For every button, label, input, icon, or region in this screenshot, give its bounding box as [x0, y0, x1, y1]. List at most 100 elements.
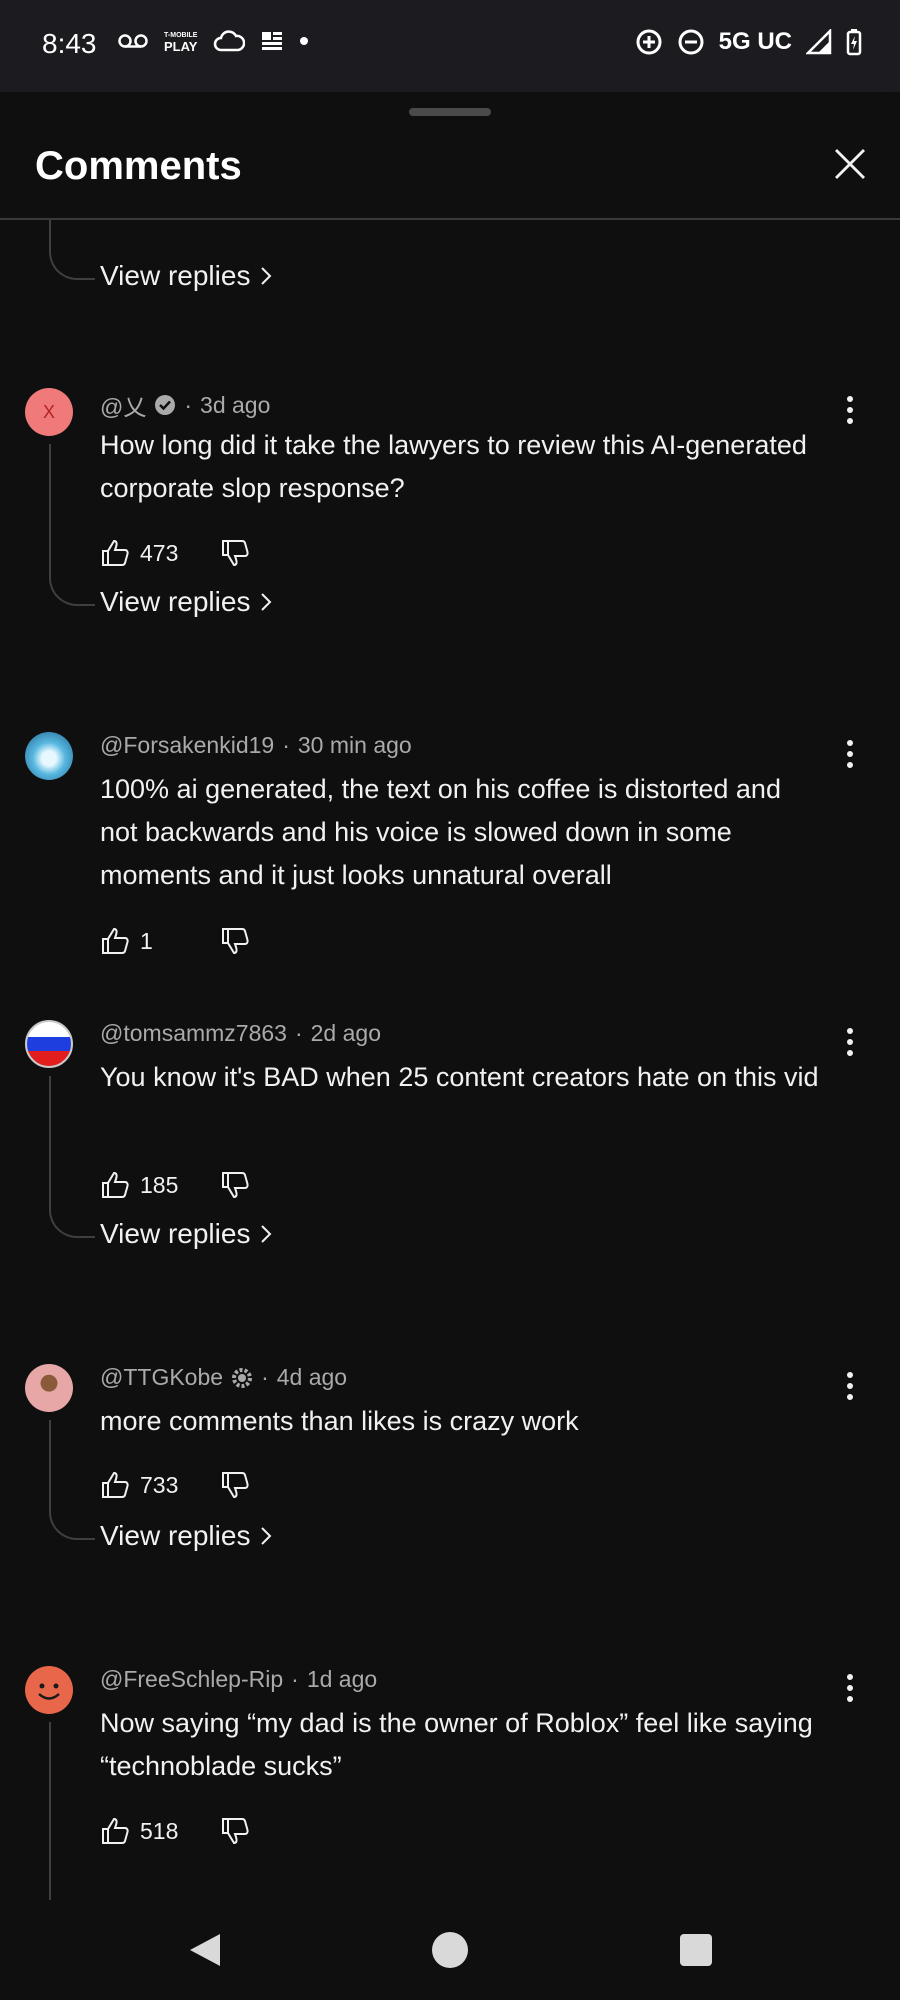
more-options-icon[interactable] [838, 1670, 862, 1706]
settings-badge-icon [232, 1367, 253, 1388]
thread-connector [49, 1510, 95, 1540]
thumbs-down-icon[interactable] [220, 1816, 250, 1846]
comment-author[interactable]: @乂 [100, 388, 146, 422]
cloud-icon [214, 30, 246, 52]
more-options-icon[interactable] [838, 392, 862, 428]
do-not-disturb-icon [678, 29, 704, 55]
chevron-right-icon [261, 1527, 272, 1545]
like-count: 518 [140, 1817, 179, 1844]
status-notification-icons: T-MOBILE PLAY [118, 30, 309, 54]
comment-time: 1d ago [306, 1666, 378, 1692]
thread-line [49, 1076, 51, 1208]
meta-separator: · [294, 1020, 303, 1046]
comment-actions: 733 [100, 1470, 250, 1500]
verified-icon [155, 395, 176, 415]
close-icon[interactable] [832, 146, 868, 182]
comments-sheet: Comments View replies X @乂 · 3d ago How … [0, 92, 900, 2000]
like-button[interactable]: 473 [100, 538, 220, 568]
status-system-icons: 5G UC [635, 28, 862, 56]
view-replies-label: View replies [100, 586, 251, 617]
news-icon [262, 32, 283, 50]
comment-actions: 518 [100, 1816, 250, 1846]
comment-time: 2d ago [310, 1020, 381, 1046]
smiley-face-icon [38, 1683, 60, 1700]
comment-text: 100% ai generated, the text on his coffe… [100, 774, 781, 890]
comment-actions: 1 [100, 926, 250, 956]
thumbs-up-icon [102, 539, 129, 566]
back-icon[interactable] [188, 1932, 222, 1968]
comment-meta: @FreeSchlep-Rip · 1d ago [100, 1666, 377, 1693]
comment-list[interactable]: View replies X @乂 · 3d ago How long did … [0, 220, 900, 1920]
view-replies-button[interactable]: View replies [100, 1218, 272, 1250]
tmobile-play-icon: T-MOBILE PLAY [164, 32, 198, 54]
comment-time: 4d ago [276, 1364, 348, 1390]
comment-time: 3d ago [200, 391, 271, 418]
avatar[interactable] [25, 1666, 73, 1714]
view-replies-label: View replies [100, 1218, 251, 1249]
thumbs-up-icon [102, 927, 129, 954]
comment-author[interactable]: @FreeSchlep-Rip [100, 1666, 283, 1693]
status-time: 8:43 [42, 28, 97, 59]
like-button[interactable]: 733 [100, 1470, 220, 1500]
drag-handle[interactable] [409, 108, 491, 116]
thumbs-up-icon [102, 1171, 129, 1198]
thread-line [49, 444, 51, 576]
avatar[interactable] [25, 1364, 73, 1412]
navigation-bar [0, 1900, 900, 2000]
thumbs-down-icon[interactable] [220, 1470, 250, 1500]
like-button[interactable]: 185 [100, 1170, 220, 1200]
home-icon[interactable] [432, 1932, 468, 1968]
like-count: 733 [140, 1471, 179, 1498]
chevron-right-icon [261, 1225, 272, 1243]
like-button[interactable]: 518 [100, 1816, 220, 1846]
view-replies-label: View replies [100, 1520, 251, 1551]
thumbs-up-icon [102, 1471, 129, 1498]
comment-author[interactable]: @tomsammz7863 [100, 1020, 287, 1047]
avatar[interactable]: X [25, 388, 73, 436]
thread-line [49, 1722, 51, 1920]
avatar[interactable] [25, 1020, 73, 1068]
like-count: 1 [140, 927, 153, 954]
view-replies-button[interactable]: View replies [100, 1520, 272, 1552]
thumbs-down-icon[interactable] [220, 1170, 250, 1200]
network-type: 5G UC [718, 28, 792, 55]
meta-separator: · [282, 732, 290, 758]
chevron-right-icon [261, 267, 272, 285]
dot-icon [300, 37, 309, 45]
comment-text: You know it's BAD when 25 content creato… [100, 1062, 819, 1092]
comment-time: 30 min ago [297, 732, 412, 758]
data-saver-icon [636, 29, 662, 55]
comment-meta: @tomsammz7863 · 2d ago [100, 1020, 381, 1047]
thread-connector [49, 250, 95, 280]
comment-author[interactable]: @TTGKobe [100, 1364, 223, 1391]
meta-separator: · [291, 1666, 299, 1692]
comment-text: How long did it take the lawyers to revi… [100, 430, 807, 503]
view-replies-button[interactable]: View replies [100, 586, 272, 618]
comment-author[interactable]: @Forsakenkid19 [100, 732, 274, 759]
more-options-icon[interactable] [838, 736, 862, 772]
comment-meta: @TTGKobe · 4d ago [100, 1364, 347, 1391]
comment-text: more comments than likes is crazy work [100, 1406, 579, 1436]
like-count: 185 [140, 1171, 179, 1198]
voicemail-icon [118, 34, 148, 48]
recent-apps-icon[interactable] [680, 1934, 712, 1966]
more-options-icon[interactable] [838, 1368, 862, 1404]
thread-connector [49, 1208, 95, 1238]
avatar[interactable] [25, 732, 73, 780]
like-button[interactable]: 1 [100, 926, 220, 956]
thread-line [49, 220, 51, 250]
comment-meta: @乂 · 3d ago [100, 388, 270, 422]
avatar-letter: X [42, 401, 55, 422]
thumbs-up-icon [102, 1817, 129, 1844]
meta-separator: · [261, 1364, 269, 1390]
more-options-icon[interactable] [838, 1024, 862, 1060]
view-replies-label: View replies [100, 260, 251, 291]
status-bar: 8:43 T-MOBILE PLAY 5G UC [0, 0, 900, 92]
meta-separator: · [184, 391, 193, 418]
signal-icon [806, 29, 832, 55]
thumbs-down-icon[interactable] [220, 926, 250, 956]
thumbs-down-icon[interactable] [220, 538, 250, 568]
thread-line [49, 1420, 51, 1510]
comment-actions: 185 [100, 1170, 250, 1200]
view-replies-button[interactable]: View replies [100, 260, 272, 292]
